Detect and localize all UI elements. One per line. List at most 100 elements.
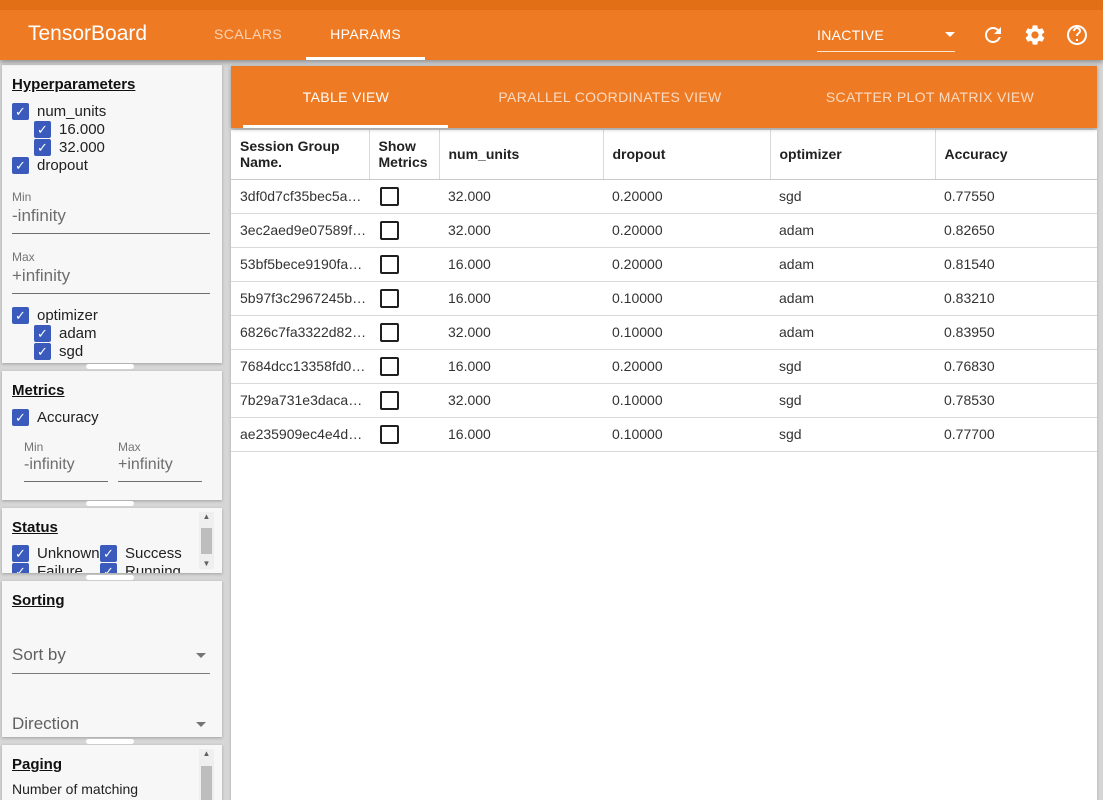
active-tab-underline bbox=[243, 125, 448, 128]
dropout-cell: 0.20000 bbox=[603, 213, 770, 247]
col-header-optimizer[interactable]: optimizer bbox=[770, 130, 935, 179]
metric-max-input[interactable]: +infinity bbox=[118, 454, 202, 482]
num-units-cell: 16.000 bbox=[439, 417, 603, 451]
checkbox-optimizer-sgd[interactable] bbox=[34, 343, 51, 360]
tab-scatter-plot-matrix-view[interactable]: SCATTER PLOT MATRIX VIEW bbox=[826, 66, 1034, 128]
status-running-row: Running bbox=[100, 562, 210, 573]
session-group-name: 7b29a731e3daca… bbox=[231, 383, 369, 417]
session-groups-table: Session Group Name. Show Metrics num_uni… bbox=[231, 130, 1097, 452]
hparam-value-row: 16.000 bbox=[34, 120, 210, 138]
status-label: Running bbox=[125, 563, 181, 574]
checkbox-status-unknown[interactable] bbox=[12, 545, 29, 562]
checkbox-status-running[interactable] bbox=[100, 563, 117, 574]
scroll-up-icon[interactable]: ▲ bbox=[203, 512, 211, 522]
scroll-up-icon[interactable]: ▲ bbox=[203, 749, 211, 759]
show-metrics-checkbox[interactable] bbox=[380, 255, 399, 274]
panel-resize-handle[interactable] bbox=[86, 739, 134, 744]
col-header-accuracy[interactable]: Accuracy bbox=[935, 130, 1097, 179]
checkbox-status-success[interactable] bbox=[100, 545, 117, 562]
tab-scalars[interactable]: SCALARS bbox=[190, 0, 306, 60]
scroll-down-icon[interactable]: ▼ bbox=[203, 559, 211, 569]
accuracy-cell: 0.82650 bbox=[935, 213, 1097, 247]
dropout-min-label: Min bbox=[12, 190, 210, 204]
optimizer-cell: adam bbox=[770, 247, 935, 281]
dropout-cell: 0.10000 bbox=[603, 417, 770, 451]
dropout-max-input[interactable]: +infinity bbox=[12, 264, 210, 294]
checkbox-accuracy[interactable] bbox=[12, 409, 29, 426]
checkbox-status-failure[interactable] bbox=[12, 563, 29, 574]
accuracy-cell: 0.83950 bbox=[935, 315, 1097, 349]
show-metrics-checkbox[interactable] bbox=[380, 357, 399, 376]
dropout-cell: 0.10000 bbox=[603, 383, 770, 417]
col-header-dropout[interactable]: dropout bbox=[603, 130, 770, 179]
table-row: 7684dcc13358fd0… 16.000 0.20000 sgd 0.76… bbox=[231, 349, 1097, 383]
checkbox-optimizer[interactable] bbox=[12, 307, 29, 324]
panel-resize-handle[interactable] bbox=[86, 364, 134, 369]
settings-gear-icon[interactable] bbox=[1023, 23, 1047, 47]
panel-resize-handle[interactable] bbox=[86, 501, 134, 506]
col-header-num-units[interactable]: num_units bbox=[439, 130, 603, 179]
direction-select[interactable]: Direction bbox=[12, 714, 210, 737]
scrollbar-thumb[interactable] bbox=[201, 528, 212, 554]
sort-by-select[interactable]: Sort by bbox=[12, 645, 210, 674]
scrollbar-thumb[interactable] bbox=[201, 766, 212, 800]
accuracy-cell: 0.77700 bbox=[935, 417, 1097, 451]
metric-min-input[interactable]: -infinity bbox=[24, 454, 108, 482]
checkbox-num-units-32[interactable] bbox=[34, 139, 51, 156]
accuracy-cell: 0.78530 bbox=[935, 383, 1097, 417]
panel-resize-handle[interactable] bbox=[86, 575, 134, 580]
status-unknown-row: Unknown bbox=[12, 544, 100, 562]
dropout-cell: 0.20000 bbox=[603, 349, 770, 383]
accuracy-cell: 0.81540 bbox=[935, 247, 1097, 281]
tab-hparams[interactable]: HPARAMS bbox=[306, 0, 425, 60]
direction-label: Direction bbox=[12, 714, 79, 734]
optimizer-cell: sgd bbox=[770, 383, 935, 417]
metric-min-label: Min bbox=[24, 440, 108, 454]
checkbox-num-units[interactable] bbox=[12, 103, 29, 120]
optimizer-cell: adam bbox=[770, 281, 935, 315]
refresh-icon[interactable] bbox=[981, 23, 1005, 47]
show-metrics-checkbox[interactable] bbox=[380, 323, 399, 342]
show-metrics-checkbox[interactable] bbox=[380, 289, 399, 308]
optimizer-cell: sgd bbox=[770, 179, 935, 213]
hparam-label: dropout bbox=[37, 157, 88, 174]
optimizer-cell: adam bbox=[770, 213, 935, 247]
num-units-cell: 16.000 bbox=[439, 247, 603, 281]
status-label: Failure bbox=[37, 563, 83, 574]
show-metrics-checkbox[interactable] bbox=[380, 391, 399, 410]
dropout-cell: 0.10000 bbox=[603, 281, 770, 315]
top-toolbar: TensorBoard SCALARS HPARAMS INACTIVE bbox=[0, 0, 1103, 60]
tab-parallel-coordinates-view[interactable]: PARALLEL COORDINATES VIEW bbox=[498, 66, 721, 128]
dropout-cell: 0.10000 bbox=[603, 315, 770, 349]
show-metrics-checkbox[interactable] bbox=[380, 221, 399, 240]
run-status-value: INACTIVE bbox=[817, 27, 884, 43]
dropout-cell: 0.20000 bbox=[603, 247, 770, 281]
status-failure-row: Failure bbox=[12, 562, 100, 573]
chevron-down-icon bbox=[945, 32, 955, 37]
status-scrollbar[interactable]: ▲ ▼ bbox=[199, 512, 214, 569]
tab-table-view[interactable]: TABLE VIEW bbox=[303, 66, 389, 128]
hparam-dropout-row: dropout bbox=[12, 156, 210, 174]
status-panel: Status Unknown Success Failure Running ▲… bbox=[2, 508, 222, 573]
metrics-heading: Metrics bbox=[12, 382, 210, 399]
show-metrics-checkbox[interactable] bbox=[380, 187, 399, 206]
checkbox-num-units-16[interactable] bbox=[34, 121, 51, 138]
help-icon[interactable] bbox=[1065, 23, 1089, 47]
toolbar-right-controls: INACTIVE bbox=[817, 10, 1089, 60]
checkbox-dropout[interactable] bbox=[12, 157, 29, 174]
paging-scrollbar[interactable]: ▲ bbox=[199, 749, 214, 800]
table-row: 6826c7fa3322d82… 32.000 0.10000 adam 0.8… bbox=[231, 315, 1097, 349]
col-header-session-group-name[interactable]: Session Group Name. bbox=[231, 130, 369, 179]
status-heading: Status bbox=[12, 519, 210, 536]
run-status-dropdown[interactable]: INACTIVE bbox=[817, 19, 955, 52]
sort-by-label: Sort by bbox=[12, 645, 66, 665]
dropout-cell: 0.20000 bbox=[603, 179, 770, 213]
paging-heading: Paging bbox=[12, 756, 210, 773]
chevron-down-icon bbox=[196, 653, 206, 658]
show-metrics-checkbox[interactable] bbox=[380, 425, 399, 444]
table-row: ae235909ec4e4d… 16.000 0.10000 sgd 0.777… bbox=[231, 417, 1097, 451]
matching-groups-summary: Number of matching session groups: 8 bbox=[12, 780, 188, 800]
checkbox-optimizer-adam[interactable] bbox=[34, 325, 51, 342]
app-title: TensorBoard bbox=[28, 0, 147, 60]
dropout-min-input[interactable]: -infinity bbox=[12, 204, 210, 234]
